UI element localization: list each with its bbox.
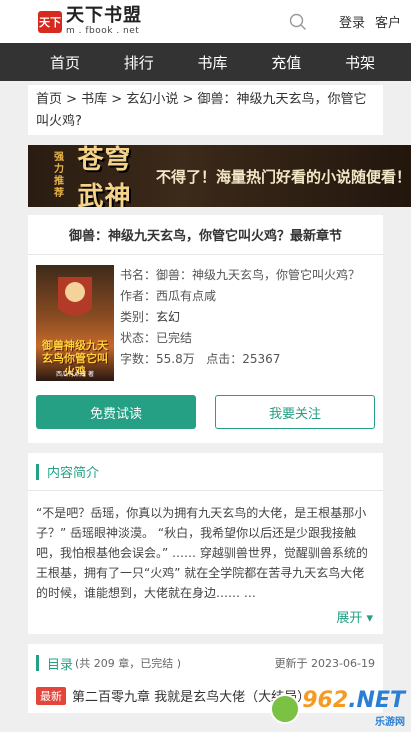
- search-icon[interactable]: [289, 13, 307, 31]
- cover-figure: [58, 277, 92, 327]
- banner-title: 苍穹武神: [77, 145, 132, 207]
- book-category[interactable]: 玄幻: [156, 310, 180, 324]
- logo-name: 天下书盟: [66, 5, 142, 26]
- site-logo[interactable]: 天下 天下书盟 m . fbook . net: [38, 7, 142, 36]
- login-link[interactable]: 登录: [339, 12, 365, 31]
- name-label: 书名：: [120, 268, 157, 282]
- book-author[interactable]: 西瓜有点咸: [156, 289, 216, 303]
- expand-button[interactable]: 展开 ▾: [28, 603, 383, 634]
- book-cover[interactable]: 御兽神级九天玄鸟你管它叫火鸡 西瓜有点咸 著: [36, 265, 114, 381]
- toc-updated: 更新于 2023-06-19: [274, 657, 375, 670]
- header: 天下 天下书盟 m . fbook . net 登录 客户: [0, 0, 411, 43]
- promo-banner[interactable]: 强力推荐 苍穹武神 不得了！海量热门好看的小说随便看！: [28, 145, 411, 207]
- toc-title[interactable]: 目录: [47, 654, 73, 673]
- watermark-sub: 乐游网: [375, 717, 405, 728]
- watermark-logo-icon: [270, 693, 301, 724]
- book-detail-card: 御兽：神级九天玄鸟，你管它叫火鸡？最新章节 御兽神级九天玄鸟你管它叫火鸡 西瓜有…: [28, 215, 383, 443]
- nav-item-ranking[interactable]: 排行: [124, 52, 154, 73]
- words-label: 字数：: [120, 352, 157, 366]
- book-words: 55.8万: [156, 352, 195, 366]
- nav-item-bookshelf[interactable]: 书架: [345, 52, 375, 73]
- book-name: 御兽：神级九天玄鸟，你管它叫火鸡？: [156, 268, 361, 282]
- watermark-number: 962: [302, 688, 349, 713]
- client-link[interactable]: 客户: [375, 12, 401, 31]
- toc-count: (共 209 章，已完结 ): [75, 657, 182, 670]
- banner-badge: 强力推荐: [54, 152, 64, 199]
- intro-section: 内容简介 “不是吧？岳瑶，你真以为拥有九天玄鸟的大佬，是王根基那小子？” 岳瑶眼…: [28, 453, 383, 634]
- logo-url: m . fbook . net: [66, 26, 140, 36]
- free-read-button[interactable]: 免费试读: [36, 395, 196, 429]
- new-badge: 最新: [36, 686, 66, 705]
- book-info: 书名：御兽：神级九天玄鸟，你管它叫火鸡？ 作者：西瓜有点咸 类别：玄幻 状态：已…: [120, 265, 375, 381]
- site-watermark: 962.NET 乐游网: [270, 689, 405, 728]
- follow-button[interactable]: 我要关注: [215, 395, 375, 429]
- book-heading: 御兽：神级九天玄鸟，你管它叫火鸡？最新章节: [28, 215, 383, 255]
- intro-text: “不是吧？岳瑶，你真以为拥有九天玄鸟的大佬，是王根基那小子？” 岳瑶眼神淡漠。 …: [36, 506, 368, 600]
- nav-item-library[interactable]: 书库: [197, 52, 227, 73]
- author-label: 作者：: [120, 289, 157, 303]
- nav-item-recharge[interactable]: 充值: [271, 52, 301, 73]
- category-label: 类别：: [120, 310, 157, 324]
- book-status: 已完结: [156, 331, 193, 345]
- nav-item-home[interactable]: 首页: [50, 52, 80, 73]
- watermark-suffix: .NET: [348, 688, 405, 713]
- cover-author: 西瓜有点咸 著: [56, 371, 94, 378]
- section-accent-bar: [36, 463, 39, 480]
- logo-mark: 天下: [38, 10, 62, 33]
- main-nav: 首页 排行 书库 充值 书架: [0, 43, 411, 81]
- banner-slogan: 不得了！海量热门好看的小说随便看！: [155, 167, 411, 186]
- section-accent-bar: [36, 655, 39, 671]
- breadcrumb[interactable]: 首页 > 书库 > 玄幻小说 > 御兽：神级九天玄鸟，你管它叫火鸡?: [28, 85, 383, 135]
- book-clicks: 25367: [242, 352, 281, 366]
- intro-title: 内容简介: [47, 466, 100, 481]
- clicks-label: 点击：: [206, 352, 243, 366]
- status-label: 状态：: [120, 331, 157, 345]
